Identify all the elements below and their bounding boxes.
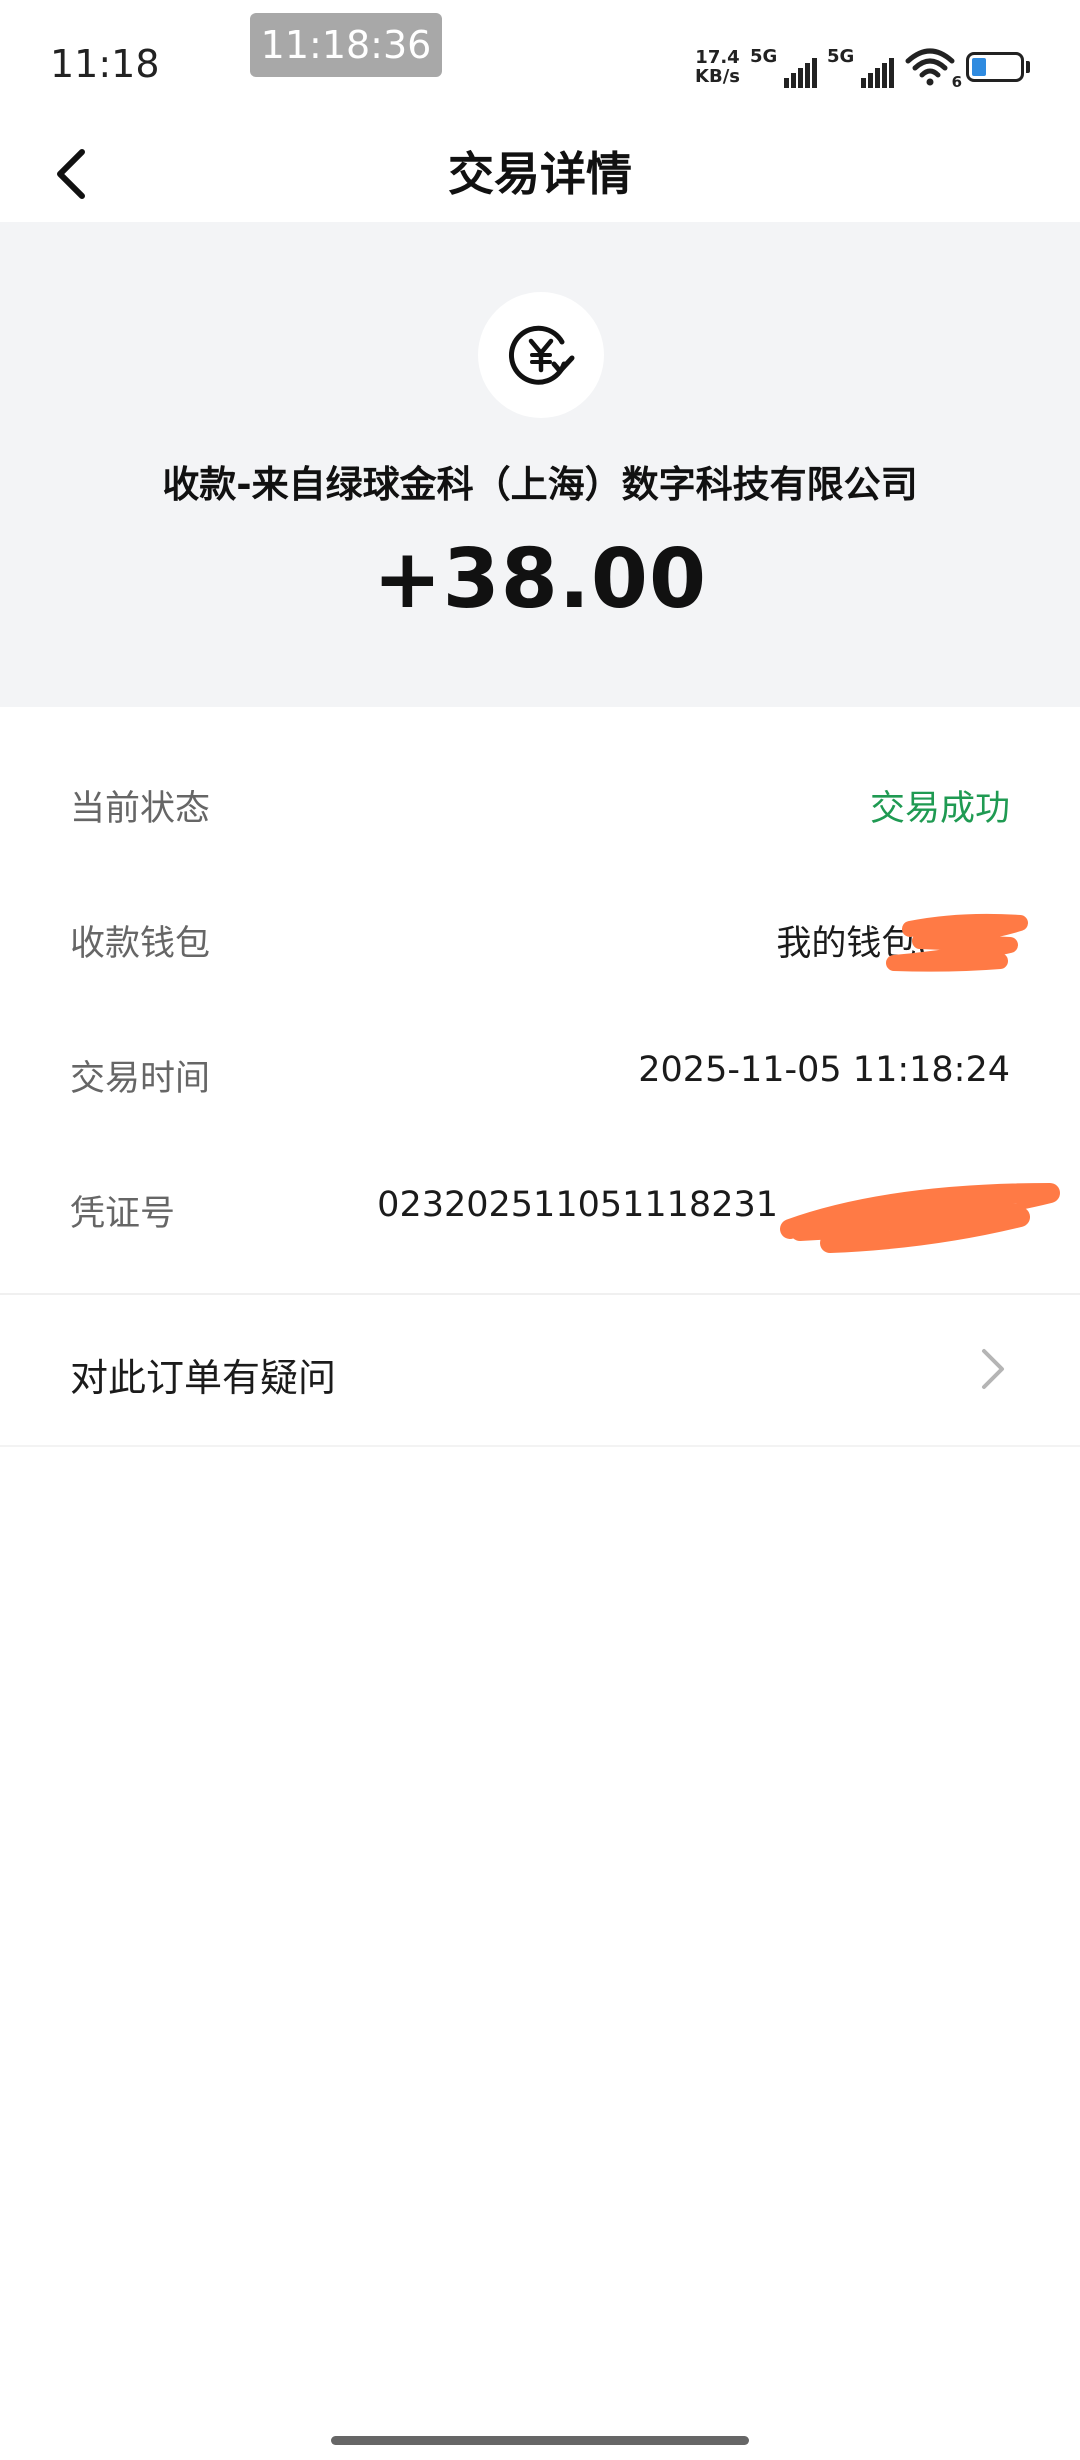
screenshot-timestamp: 11:18:36 [250, 13, 442, 77]
time-value: 2025-11-05 11:18:24 [638, 1050, 1010, 1090]
page-title: 交易详情 [448, 147, 632, 201]
home-indicator[interactable] [331, 2436, 749, 2445]
battery-icon [966, 52, 1030, 82]
detail-row-status: 当前状态 交易成功 [0, 740, 1080, 875]
transaction-details: 当前状态 交易成功 收款钱包 我的钱包( 交易时间 2025-11-05 11:… [0, 740, 1080, 1280]
network-speed-value: 17.4 [695, 47, 740, 68]
voucher-value: 023202511051118231 [377, 1185, 778, 1225]
time-label: 交易时间 [70, 1059, 211, 1099]
detail-row-voucher: 凭证号 023202511051118231 [0, 1145, 1080, 1280]
chevron-right-icon [982, 1349, 1004, 1389]
divider [0, 1445, 1080, 1447]
network-speed-unit: KB/s [695, 66, 740, 87]
detail-row-time: 交易时间 2025-11-05 11:18:24 [0, 1010, 1080, 1145]
yuan-received-icon [478, 292, 604, 418]
wallet-value: 我的钱包( [776, 924, 930, 964]
redaction-scribble [780, 1183, 1060, 1253]
sim2-signal-icon: 5G [827, 46, 894, 88]
status-bar: 11:18 11:18:36 17.4 KB/s 5G 5G 6 [0, 0, 1080, 128]
order-question-label: 对此订单有疑问 [70, 1356, 337, 1400]
network-speed: 17.4 KB/s [695, 48, 740, 86]
status-label: 当前状态 [70, 789, 211, 829]
voucher-label: 凭证号 [70, 1194, 176, 1234]
detail-row-wallet: 收款钱包 我的钱包( [0, 875, 1080, 1010]
payer-name: 收款-来自绿球金科（上海）数字科技有限公司 [162, 463, 918, 506]
transaction-summary: 收款-来自绿球金科（上海）数字科技有限公司 +38.00 [0, 222, 1080, 707]
status-time: 11:18 [50, 42, 160, 86]
order-question-row[interactable]: 对此订单有疑问 [0, 1295, 1080, 1445]
wifi-badge: 6 [951, 73, 962, 91]
sim2-label: 5G [827, 46, 855, 67]
sim1-label: 5G [750, 46, 778, 67]
wifi-icon: 6 [904, 47, 962, 91]
status-icons: 17.4 KB/s 5G 5G 6 [695, 44, 1030, 91]
wallet-label: 收款钱包 [70, 924, 211, 964]
sim1-signal-icon: 5G [750, 46, 817, 88]
status-value: 交易成功 [869, 789, 1010, 829]
transaction-amount: +38.00 [372, 532, 708, 627]
nav-bar: 交易详情 [0, 128, 1080, 220]
